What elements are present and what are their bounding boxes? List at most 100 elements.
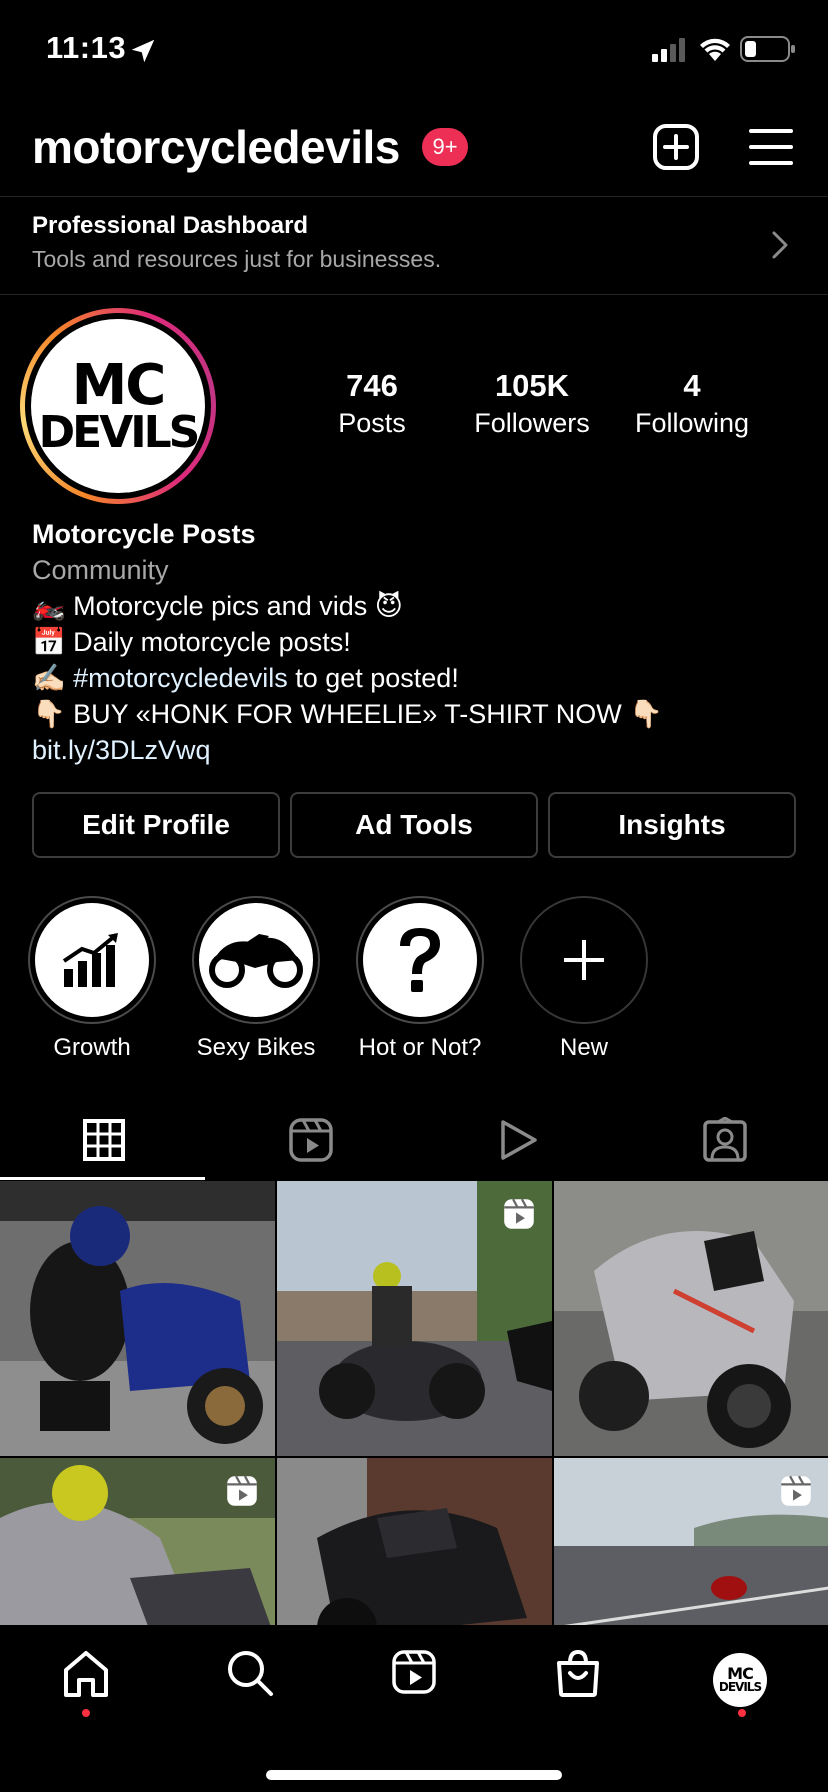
avatar-logo: MC DEVILS: [31, 319, 205, 493]
profile-category: Community: [32, 555, 169, 585]
bio-hashtag-link[interactable]: #motorcycledevils: [73, 663, 288, 693]
nav-search[interactable]: [200, 1649, 300, 1729]
professional-dashboard-row[interactable]: Professional Dashboard Tools and resourc…: [0, 198, 828, 294]
highlight-cover: [527, 903, 641, 1017]
grid-post[interactable]: [277, 1181, 552, 1456]
question-mark-icon: [400, 928, 440, 992]
highlight-label: New: [559, 1034, 608, 1061]
ad-tools-button[interactable]: Ad Tools: [290, 792, 538, 858]
highlight-cover: [363, 903, 477, 1017]
reels-icon: [392, 1650, 436, 1694]
insights-button[interactable]: Insights: [548, 792, 796, 858]
dashboard-subtitle: Tools and resources just for businesses.: [32, 246, 442, 272]
highlight-ring: [356, 896, 484, 1024]
tagged-person-icon: [702, 1117, 747, 1162]
divider: [0, 294, 828, 295]
post-thumbnail: [554, 1181, 828, 1456]
posts-count-value: 746: [346, 368, 398, 403]
bio-line: 📅 Daily motorcycle posts!: [32, 627, 351, 657]
reel-indicator-icon: [227, 1475, 257, 1506]
status-time: 11:13: [46, 30, 127, 65]
highlight-cover: [199, 903, 313, 1017]
highlight-cover: [35, 903, 149, 1017]
tab-reels[interactable]: [207, 1100, 414, 1180]
active-tab-indicator: [0, 1177, 205, 1180]
hamburger-menu-icon[interactable]: [748, 125, 794, 169]
highlight-sexy-bikes[interactable]: Sexy Bikes: [191, 896, 321, 1062]
chevron-right-icon: [772, 231, 788, 259]
play-icon: [500, 1120, 537, 1160]
avatar-gap: MC DEVILS: [25, 313, 211, 499]
notification-badge[interactable]: 9+: [422, 128, 468, 166]
highlight-ring: [520, 896, 648, 1024]
wifi-icon: [700, 38, 730, 61]
highlight-growth[interactable]: Growth: [27, 896, 157, 1062]
bottom-navigation: MC DEVILS: [0, 1625, 828, 1792]
tab-tagged[interactable]: [621, 1100, 828, 1180]
divider: [0, 196, 828, 197]
following-count-value: 4: [683, 368, 701, 403]
avatar: MC DEVILS: [713, 1653, 767, 1707]
reels-icon: [288, 1118, 333, 1162]
account-username[interactable]: motorcycledevils: [32, 120, 400, 174]
posts-count[interactable]: 746 Posts: [300, 368, 444, 439]
post-thumbnail: [0, 1181, 275, 1456]
bio-line-suffix: to get posted!: [287, 663, 459, 693]
bio-external-link[interactable]: bit.ly/3DLzVwq: [32, 732, 812, 768]
bio-line: 👇🏻 BUY «HONK FOR WHEELIE» T-SHIRT NOW 👇🏻: [32, 699, 663, 729]
highlight-label: Growth: [53, 1034, 131, 1061]
tab-videos[interactable]: [414, 1100, 621, 1180]
highlight-ring: [28, 896, 156, 1024]
edit-profile-button[interactable]: Edit Profile: [32, 792, 280, 858]
notification-dot: [82, 1709, 90, 1717]
avatar-logo-line2: DEVILS: [38, 406, 201, 458]
battery-icon: [740, 36, 795, 62]
location-arrow-icon: [131, 39, 155, 63]
posts-count-label: Posts: [338, 408, 406, 438]
grid-post[interactable]: [0, 1458, 275, 1625]
profile-avatar[interactable]: MC DEVILS: [20, 308, 216, 504]
shop-icon: [557, 1649, 599, 1697]
nav-reels[interactable]: [364, 1649, 464, 1729]
search-icon: [228, 1651, 273, 1696]
plus-icon: [564, 940, 604, 980]
home-icon: [64, 1651, 108, 1697]
profile-header: motorcycledevils 9+: [0, 108, 828, 192]
grid-post[interactable]: [277, 1458, 552, 1625]
nav-shop[interactable]: [528, 1649, 628, 1729]
reel-indicator-icon: [504, 1198, 534, 1229]
new-post-icon[interactable]: [652, 123, 700, 171]
highlight-label: Hot or Not?: [358, 1034, 482, 1061]
bio-line: 🏍️ Motorcycle pics and vids 😈: [32, 591, 403, 621]
post-thumbnail: [277, 1458, 552, 1625]
grid-post[interactable]: [554, 1181, 828, 1456]
motorcycle-icon: [209, 934, 303, 988]
nav-avatar-line2: DEVILS: [718, 1679, 762, 1694]
dashboard-title: Professional Dashboard: [32, 212, 309, 239]
cellular-signal-icon: [652, 38, 685, 62]
nav-home[interactable]: [36, 1649, 136, 1729]
grid-post[interactable]: [0, 1181, 275, 1456]
bio-line-prefix: ✍🏻: [32, 663, 74, 693]
grid-post[interactable]: [554, 1458, 828, 1625]
followers-count-value: 105K: [494, 368, 570, 403]
followers-count[interactable]: 105K Followers: [460, 368, 604, 439]
content-tabs: [0, 1100, 828, 1180]
posts-grid: [0, 1181, 828, 1625]
following-count-label: Following: [634, 408, 750, 438]
bio-line: ✍🏻 #motorcycledevils to get posted!: [32, 660, 812, 696]
following-count[interactable]: 4 Following: [620, 368, 764, 439]
highlight-hot-or-not[interactable]: Hot or Not?: [355, 896, 485, 1062]
highlight-ring: [192, 896, 320, 1024]
notification-dot: [738, 1709, 746, 1717]
growth-chart-icon: [62, 933, 118, 987]
nav-profile[interactable]: MC DEVILS: [690, 1649, 790, 1729]
avatar-logo-line1: MC: [71, 352, 167, 418]
highlight-label: Sexy Bikes: [196, 1034, 316, 1061]
home-indicator[interactable]: [266, 1770, 562, 1780]
tab-posts-grid[interactable]: [0, 1100, 207, 1180]
reel-indicator-icon: [781, 1475, 811, 1506]
profile-display-name: Motorcycle Posts: [32, 519, 256, 549]
highlight-new[interactable]: New: [519, 896, 649, 1062]
followers-count-label: Followers: [474, 408, 590, 438]
